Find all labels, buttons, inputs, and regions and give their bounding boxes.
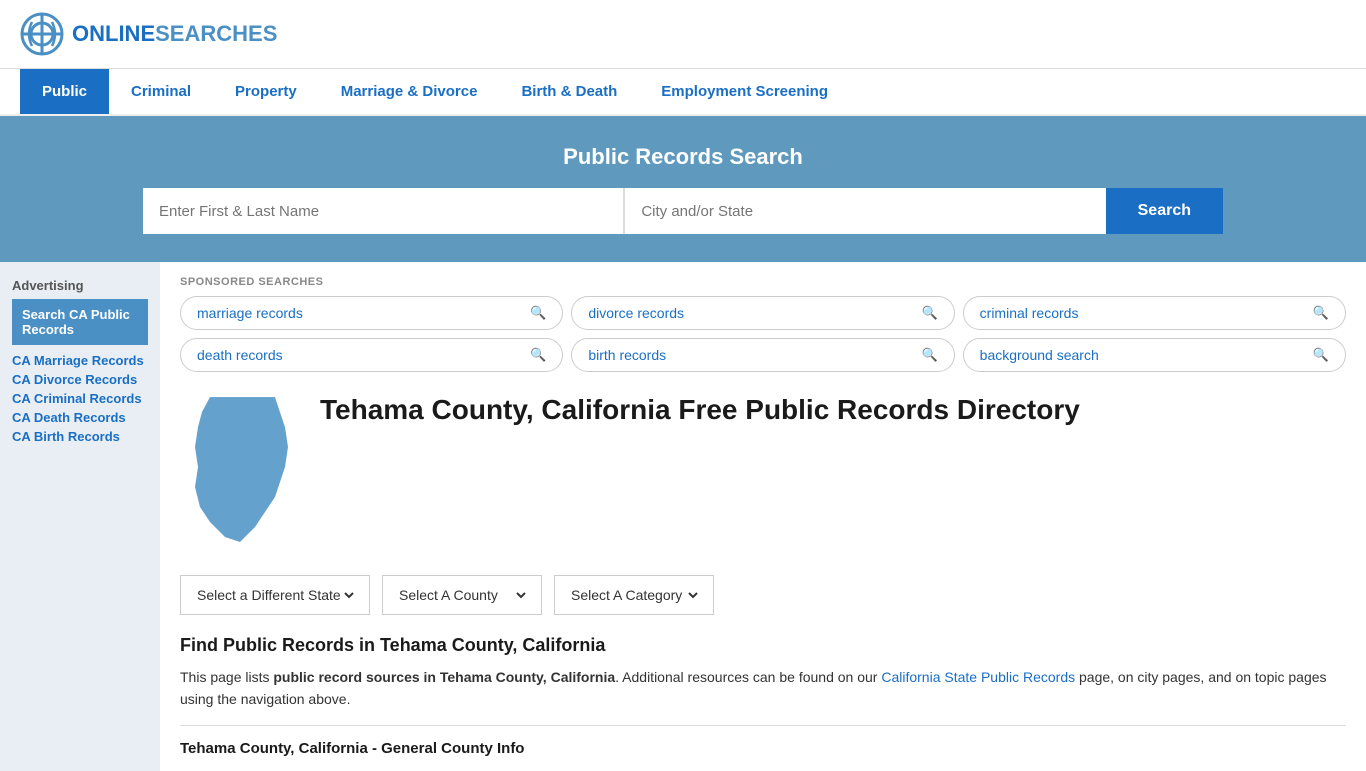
county-title-wrapper: Tehama County, California Free Public Re… [320, 392, 1080, 555]
dropdowns: Select a Different State Select A County… [180, 575, 1346, 615]
location-input[interactable] [624, 188, 1105, 234]
nav-item-property[interactable]: Property [213, 69, 319, 114]
county-dropdown[interactable]: Select A County [382, 575, 542, 615]
nav-item-criminal[interactable]: Criminal [109, 69, 213, 114]
sidebar-link-criminal[interactable]: CA Criminal Records [12, 391, 148, 406]
nav-item-birth-death[interactable]: Birth & Death [499, 69, 639, 114]
county-title: Tehama County, California Free Public Re… [320, 392, 1080, 428]
tag-background-search[interactable]: background search 🔍 [963, 338, 1346, 372]
site-header: ONLINESEARCHES [0, 0, 1366, 69]
sidebar-link-birth[interactable]: CA Birth Records [12, 429, 148, 444]
find-title: Find Public Records in Tehama County, Ca… [180, 635, 1346, 656]
sidebar: Advertising Search CA Public Records CA … [0, 262, 160, 771]
general-info-title: Tehama County, California - General Coun… [180, 740, 1346, 757]
category-select[interactable]: Select A Category [567, 586, 701, 604]
category-dropdown[interactable]: Select A Category [554, 575, 714, 615]
state-select[interactable]: Select a Different State [193, 586, 357, 604]
section-divider [180, 725, 1346, 726]
nav-item-employment[interactable]: Employment Screening [639, 69, 850, 114]
state-dropdown[interactable]: Select a Different State [180, 575, 370, 615]
nav-item-public[interactable]: Public [20, 69, 109, 114]
logo-icon [20, 12, 64, 56]
search-icon-4: 🔍 [921, 347, 937, 363]
sidebar-link-death[interactable]: CA Death Records [12, 410, 148, 425]
tag-death-records[interactable]: death records 🔍 [180, 338, 563, 372]
tag-birth-records[interactable]: birth records 🔍 [571, 338, 954, 372]
tag-criminal-records[interactable]: criminal records 🔍 [963, 296, 1346, 330]
tag-marriage-records[interactable]: marriage records 🔍 [180, 296, 563, 330]
ca-state-records-link[interactable]: California State Public Records [881, 669, 1075, 685]
search-tags: marriage records 🔍 divorce records 🔍 cri… [180, 296, 1346, 372]
search-button[interactable]: Search [1106, 188, 1223, 234]
sponsored-label: SPONSORED SEARCHES [180, 276, 1346, 288]
search-icon-3: 🔍 [530, 347, 546, 363]
logo[interactable]: ONLINESEARCHES [20, 12, 277, 56]
california-map [180, 392, 300, 555]
sidebar-advertising-label: Advertising [12, 278, 148, 293]
search-hero: Public Records Search Search [0, 116, 1366, 262]
nav-item-marriage-divorce[interactable]: Marriage & Divorce [319, 69, 500, 114]
main-container: Advertising Search CA Public Records CA … [0, 262, 1366, 771]
search-hero-title: Public Records Search [20, 144, 1346, 170]
search-icon-0: 🔍 [530, 305, 546, 321]
sidebar-link-marriage[interactable]: CA Marriage Records [12, 353, 148, 368]
search-form: Search [143, 188, 1223, 234]
sidebar-link-divorce[interactable]: CA Divorce Records [12, 372, 148, 387]
tag-divorce-records[interactable]: divorce records 🔍 [571, 296, 954, 330]
find-text: This page lists public record sources in… [180, 666, 1346, 711]
search-icon-5: 🔍 [1313, 347, 1329, 363]
main-nav: Public Criminal Property Marriage & Divo… [0, 69, 1366, 116]
main-content: SPONSORED SEARCHES marriage records 🔍 di… [160, 262, 1366, 771]
logo-text: ONLINESEARCHES [72, 21, 277, 47]
search-icon-1: 🔍 [921, 305, 937, 321]
county-select[interactable]: Select A County [395, 586, 529, 604]
search-icon-2: 🔍 [1313, 305, 1329, 321]
sidebar-ad-box[interactable]: Search CA Public Records [12, 299, 148, 345]
name-input[interactable] [143, 188, 624, 234]
county-section: Tehama County, California Free Public Re… [180, 392, 1346, 555]
